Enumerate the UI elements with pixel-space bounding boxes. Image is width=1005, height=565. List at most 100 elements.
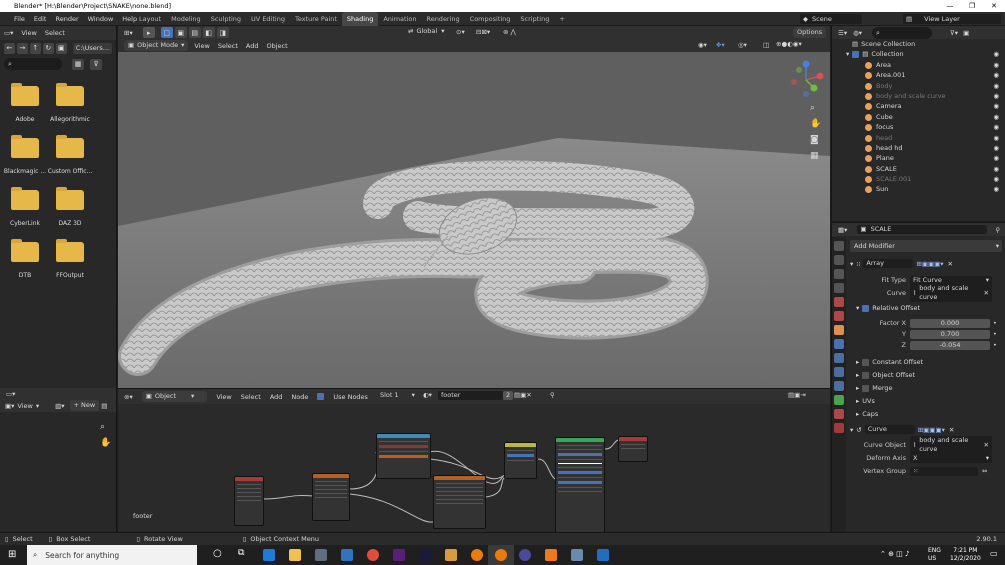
outliner-search-input[interactable]: ⌕	[872, 26, 933, 39]
relative-offset-row[interactable]: ▾ Relative Offset	[850, 303, 1002, 313]
new-collection-icon[interactable]: ▣	[963, 29, 969, 37]
minimize-button[interactable]: —	[939, 0, 961, 12]
proportional-edit-icon[interactable]: ⊚ ⋀	[503, 28, 516, 36]
uvs-row[interactable]: ▸ UVs	[850, 396, 1002, 406]
close-icon[interactable]: ✕	[984, 289, 989, 298]
ne-menu-node[interactable]: Node	[291, 393, 308, 401]
ne-menu-add[interactable]: Add	[270, 393, 283, 401]
menu-window[interactable]: Window	[88, 12, 114, 26]
eye-icon[interactable]: ◉	[993, 101, 999, 111]
visibility-icon[interactable]: ◉▾	[698, 41, 707, 49]
outliner-item[interactable]: Body ◉	[832, 81, 1005, 91]
render-tab-icon[interactable]	[834, 255, 844, 265]
tab-animation[interactable]: Animation	[378, 12, 421, 26]
display-mode-icon[interactable]: ◍▾	[853, 29, 862, 37]
curve-object-field[interactable]: ⌇ body and scale curve ✕	[910, 436, 992, 454]
edge-icon[interactable]	[263, 549, 275, 561]
view-layer-tab-icon[interactable]	[834, 283, 844, 293]
outliner-collection[interactable]: ▾ ▤ Collection ◉	[832, 49, 1005, 59]
eye-icon[interactable]: ◉	[993, 112, 999, 122]
folder-item[interactable]: Allegorithmic	[45, 83, 95, 123]
new-folder-icon[interactable]: ▣	[55, 42, 67, 54]
texture-tab-icon[interactable]	[834, 423, 844, 433]
pivot-icon[interactable]: ⊙▾	[456, 28, 465, 36]
editor-type-icon[interactable]: ⊞▾	[124, 29, 133, 37]
close-icon[interactable]: ✕	[949, 426, 954, 434]
outliner-item[interactable]: SCALE ◉	[832, 164, 1005, 174]
outliner-item[interactable]: head hd ◉	[832, 143, 1005, 153]
constraints-tab-icon[interactable]	[834, 381, 844, 391]
notifications-icon[interactable]: ▭	[990, 549, 998, 558]
outliner-item[interactable]: Cube ◉	[832, 112, 1005, 122]
menu-render[interactable]: Render	[55, 12, 78, 26]
shader-node-editor[interactable]: ⊚▾ ▣ Object ▾ View Select Add Node Use Nod…	[118, 388, 830, 533]
disclosure-icon[interactable]: ▾	[850, 426, 853, 434]
world-tab-icon[interactable]	[834, 311, 844, 321]
orientation-selector[interactable]: ⇄ Global ▾	[408, 27, 444, 35]
eye-icon[interactable]: ◉	[993, 184, 999, 194]
outliner-item[interactable]: SCALE.001 ◉	[832, 174, 1005, 184]
eye-icon[interactable]: ◉	[993, 143, 999, 153]
vp-menu-object[interactable]: Object	[266, 42, 287, 50]
factor-y-field[interactable]: 0.700	[910, 329, 990, 339]
fb-menu-select[interactable]: Select	[45, 29, 65, 37]
close-icon[interactable]: ✕	[984, 441, 989, 450]
scene-tab-icon[interactable]	[834, 297, 844, 307]
tab-scripting[interactable]: Scripting	[515, 12, 554, 26]
davinci-icon[interactable]	[519, 549, 531, 561]
eye-icon[interactable]: ◉	[993, 60, 999, 70]
slot-selector[interactable]: Slot 1 ▾	[380, 391, 424, 399]
back-icon[interactable]: ←	[4, 42, 15, 54]
curve-field[interactable]: ⌇ body and scale curve ✕	[910, 284, 992, 302]
image-icon[interactable]: ▣▾	[5, 402, 14, 410]
tab-compositing[interactable]: Compositing	[465, 12, 516, 26]
editor-type-icon[interactable]: ▭▾	[4, 29, 13, 37]
blender-icon[interactable]	[471, 549, 483, 561]
filter-icon[interactable]: ⊽▾	[950, 29, 958, 37]
zoom-icon[interactable]: ⌕	[810, 103, 821, 113]
editor-type-icon[interactable]: ▦▾	[838, 226, 847, 234]
node-bump[interactable]	[504, 442, 537, 479]
node-texture-coordinate[interactable]	[234, 476, 264, 526]
node-color-ramp[interactable]	[433, 475, 486, 529]
refresh-icon[interactable]: ↻	[42, 42, 54, 54]
tab-shading[interactable]: Shading	[341, 12, 379, 26]
3d-viewport[interactable]: ⊞▾ ▸ ▢ ▣ ▤ ◧ ◨ ⇄ Global ▾ ⊙▾ ⊟⊠▾ ⊚ ⋀ Opt…	[118, 26, 830, 388]
perspective-grid-icon[interactable]: ▦	[810, 151, 821, 161]
eye-icon[interactable]: ◉	[993, 164, 999, 174]
editor-type-icon[interactable]: ⊚▾	[124, 393, 133, 401]
ne-menu-view[interactable]: View	[216, 393, 231, 401]
tool-tab-icon[interactable]	[834, 241, 844, 251]
material-name-field[interactable]: footer	[438, 391, 503, 400]
merge-row[interactable]: ▸ Merge	[850, 383, 1002, 393]
tab-layout[interactable]: Layout	[134, 12, 166, 26]
fb-menu-view[interactable]: View	[21, 29, 36, 37]
select-extend-icon[interactable]: ▣	[174, 27, 187, 38]
folder-item[interactable]: CyberLink	[0, 187, 50, 227]
close-button[interactable]: ✕	[983, 0, 1005, 12]
eye-icon[interactable]: ◉	[993, 174, 999, 184]
node-material-output[interactable]	[618, 436, 648, 462]
invert-icon[interactable]: ⇔	[982, 467, 987, 475]
ie-menu-view[interactable]: View	[17, 402, 32, 410]
folder-open-icon[interactable]: ▤	[101, 402, 107, 410]
mode-selector[interactable]: ▣ Object Mode ▾	[124, 40, 189, 51]
eye-icon[interactable]: ◉	[993, 91, 999, 101]
taskbar-search-input[interactable]: ⌕ Search for anything	[27, 545, 197, 565]
material-users-count[interactable]: 2	[503, 391, 514, 400]
parent-dir-icon[interactable]: ↑	[29, 42, 41, 54]
material-tab-icon[interactable]	[834, 409, 844, 419]
tab-rendering[interactable]: Rendering	[421, 12, 464, 26]
gizmo-toggle-icon[interactable]: ✥▾	[716, 41, 725, 49]
image-browse-icon[interactable]: ▧▾	[55, 402, 64, 410]
close-icon[interactable]: ✕	[948, 260, 953, 268]
folder-item[interactable]: FFOutput	[45, 239, 95, 279]
vertex-group-field[interactable]: ⁙	[910, 466, 978, 476]
constant-offset-row[interactable]: ▸ Constant Offset	[850, 357, 1002, 367]
use-nodes-toggle[interactable]: Use Nodes	[317, 393, 377, 401]
eye-icon[interactable]: ◉	[993, 122, 999, 132]
pan-hand-icon[interactable]: ✋	[100, 438, 111, 448]
display-mode-icon[interactable]: ▦	[72, 58, 84, 70]
xray-toggle-icon[interactable]: ◫	[763, 41, 769, 49]
snap-icon[interactable]: ⊟⊠▾	[476, 28, 490, 36]
